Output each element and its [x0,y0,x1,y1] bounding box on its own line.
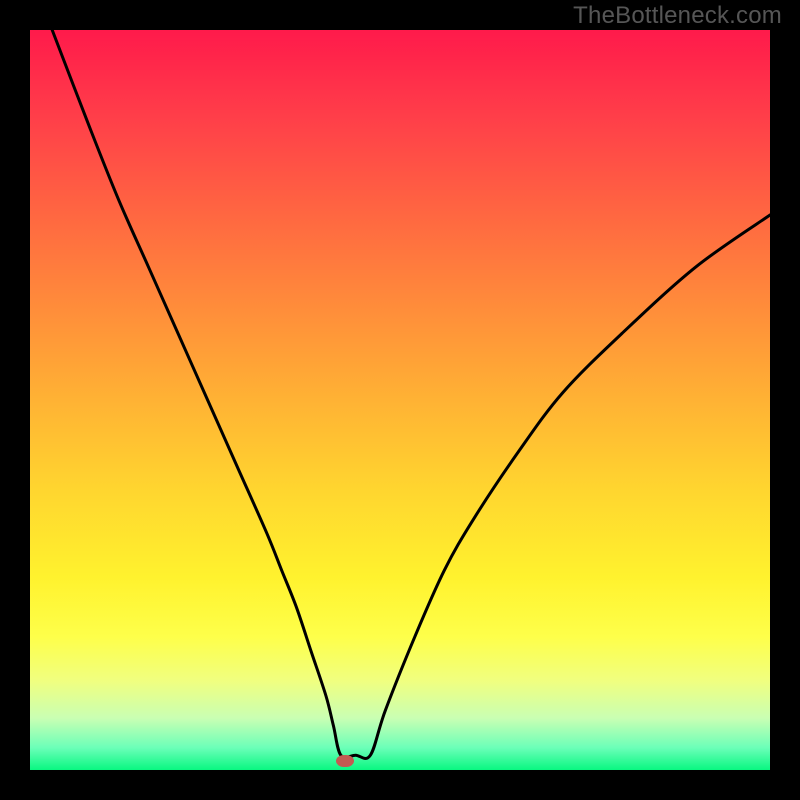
watermark-label: TheBottleneck.com [573,2,782,30]
chart-frame: TheBottleneck.com [0,0,800,800]
curve-path [52,30,770,758]
data-marker [336,755,354,767]
curve-svg [30,30,770,770]
